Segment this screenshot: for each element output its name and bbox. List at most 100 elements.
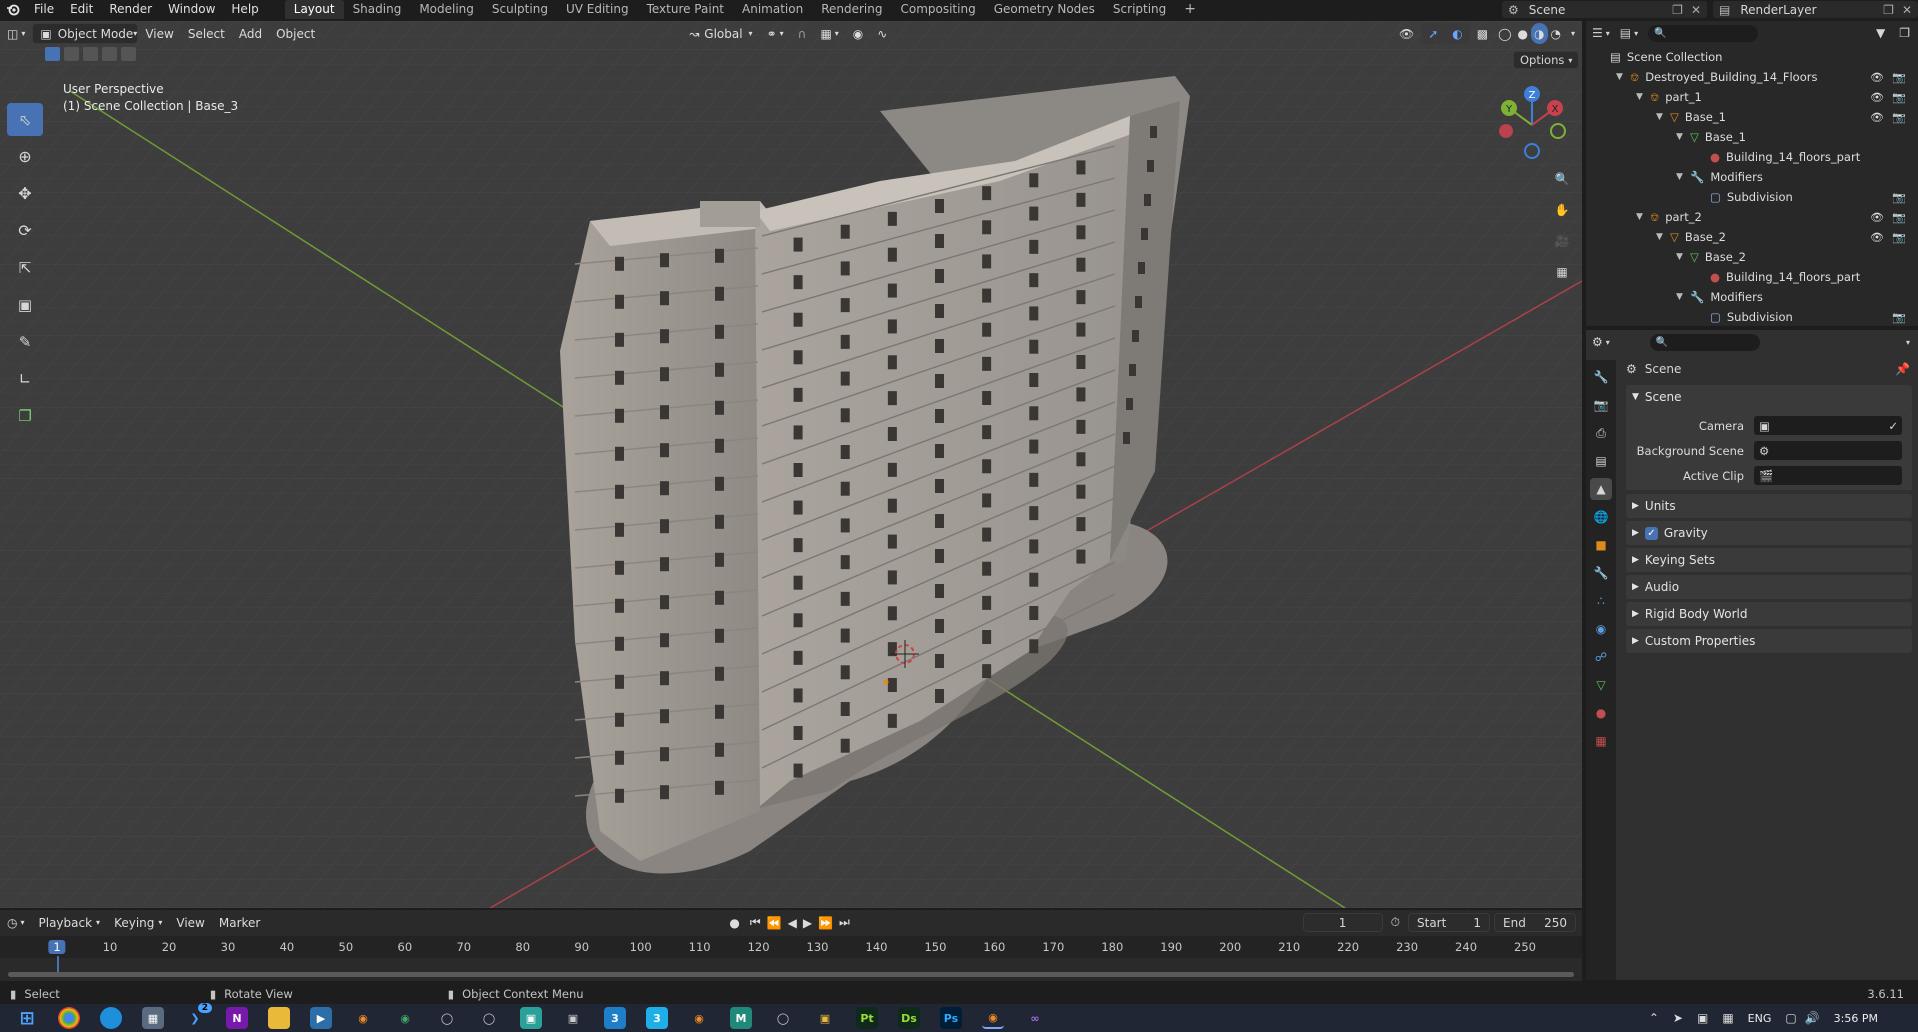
jump-end-button[interactable]: ⏭ [836,912,853,933]
remove-layer-icon[interactable]: ✕ [1902,3,1912,17]
tab-shading[interactable]: Shading [344,0,411,19]
tab-physics[interactable]: ◉ [1590,618,1612,640]
app-icon-1[interactable]: ▶ [310,1007,332,1029]
render-camera-icon[interactable]: 📷 [1892,211,1906,224]
expand-triangle-icon[interactable]: ▼ [1676,132,1688,142]
tab-render[interactable]: 📷 [1590,394,1612,416]
select-invert-icon[interactable] [102,47,117,61]
edge-icon[interactable] [100,1007,122,1029]
expand-triangle-icon[interactable]: ▼ [1676,292,1688,302]
blender-taskbar-icon-2[interactable]: ◉ [688,1007,710,1029]
tab-modeling[interactable]: Modeling [410,0,483,19]
tab-sculpting[interactable]: Sculpting [483,0,557,19]
tab-animation[interactable]: Animation [733,0,812,19]
xray-toggle[interactable]: ▩ [1470,23,1495,44]
panel-header[interactable]: ▶ Keying Sets [1626,548,1912,572]
windows-start-icon[interactable]: ⊞ [16,1007,38,1029]
shading-rendered[interactable]: ◔ [1548,23,1564,44]
measure-tool[interactable]: ∟ [7,362,43,395]
timeline-scrollbar[interactable] [8,972,1574,977]
move-tool[interactable]: ✥ [7,177,43,210]
render-camera-icon[interactable]: 📷 [1892,231,1906,244]
designer-icon[interactable]: Ds [898,1007,920,1029]
scene-selector[interactable]: ⚙ Scene ❐ ✕ [1502,1,1707,18]
outliner-row[interactable]: ▼ ▽ Base_1 [1586,127,1918,147]
vscode-icon[interactable]: ❯ 2 [184,1003,212,1029]
viewport-menu-add[interactable]: Add [232,23,269,44]
visibility-button[interactable]: 👁 [1392,23,1421,44]
menu-help[interactable]: Help [223,0,266,19]
snap-toggle[interactable]: ∩ [791,23,814,44]
prev-keyframe-button[interactable]: ⏪ [764,912,785,933]
tab-data[interactable]: ▽ [1590,674,1612,696]
tab-tool[interactable]: 🔧 [1590,366,1612,388]
app-icon-2[interactable]: ◉ [394,1007,416,1029]
tab-modifiers[interactable]: 🔧 [1590,562,1612,584]
app-icon-9[interactable]: M [730,1007,752,1029]
tab-geometry-nodes[interactable]: Geometry Nodes [985,0,1104,19]
tray-app-icon[interactable]: ▣ [1697,1011,1708,1025]
tab-output[interactable]: ⎙ [1590,422,1612,444]
proportional-edit-toggle[interactable]: ◉ [846,23,870,44]
keying-menu[interactable]: Keying ▾ [107,912,169,933]
marker-menu[interactable]: Marker [212,912,267,933]
frame-ruler[interactable]: 1 10 20 30 40 50 60 70 80 90 100 110 120 130 140 150 160… [0,936,1582,972]
language-indicator[interactable]: ENG [1748,1012,1772,1025]
outliner-search-input[interactable]: 🔍 [1648,24,1759,42]
tab-scripting[interactable]: Scripting [1104,0,1175,19]
zoom-button[interactable]: 🔍 [1549,166,1575,192]
panel-header[interactable]: ▶ Units [1626,494,1912,518]
play-reverse-button[interactable]: ◀ [785,912,800,933]
shading-solid[interactable]: ● [1515,23,1531,44]
panel-header[interactable]: ▶ ✓ Gravity [1626,521,1912,545]
new-collection-icon[interactable]: ❐ [1899,26,1910,40]
expand-triangle-icon[interactable]: ▼ [1616,72,1628,82]
panel-scene-header[interactable]: ▼ Scene [1626,385,1912,409]
properties-editor-icon[interactable]: ⚙ [1592,335,1603,349]
mode-selector[interactable]: ▣ Object Mode ▾ [32,23,139,44]
eye-icon[interactable]: 👁 [1870,71,1884,84]
play-button[interactable]: ▶ [800,912,815,933]
outliner-row[interactable]: ▼ ⎊ part_2 👁 📷 [1586,207,1918,227]
overlays-toggle[interactable]: ◐ [1445,23,1470,44]
jump-start-button[interactable]: ⏮ [747,912,764,933]
eye-icon[interactable]: 👁 [1870,211,1884,224]
new-layer-icon[interactable]: ❐ [1883,3,1894,17]
outliner-row[interactable]: ▼ ▽ Base_2 👁 📷 [1586,227,1918,247]
auto-keying-toggle[interactable]: ● [722,912,746,933]
start-frame-field[interactable]: Start 1 [1408,913,1490,932]
panel-header[interactable]: ▶ Rigid Body World [1626,602,1912,626]
tab-scene[interactable]: ▲ [1590,478,1612,500]
view-layer-selector[interactable]: ▤ RenderLayer ❐ ✕ [1713,1,1918,18]
menu-render[interactable]: Render [101,0,160,19]
remove-scene-icon[interactable]: ✕ [1691,3,1701,17]
expand-triangle-icon[interactable]: ▼ [1656,112,1668,122]
display-icon[interactable]: ▢ [1785,1011,1796,1025]
tab-texture[interactable]: ▦ [1590,730,1612,752]
select-box-tool[interactable]: ⬁ [7,103,43,136]
options-button[interactable]: Options ▾ [1513,51,1580,69]
active-clip-field[interactable]: 🎬 [1754,466,1902,485]
background-scene-field[interactable]: ⚙ [1754,441,1902,460]
add-cube-tool[interactable]: ❐ [7,399,43,432]
outliner-row[interactable]: ▼ ▽ Base_2 [1586,247,1918,267]
eyedropper-icon[interactable]: ✓ [1888,419,1898,433]
outliner-row[interactable]: ● Building_14_floors_part [1586,267,1918,287]
blender-taskbar-active[interactable]: ◉ [982,1007,1004,1029]
tab-layout[interactable]: Layout [284,0,344,19]
tab-world[interactable]: 🌐 [1590,506,1612,528]
editor-type-button[interactable]: ◫ ▾ [0,23,32,44]
timeline-editor-type[interactable]: ◷ ▾ [0,912,32,933]
viewport-menu-object[interactable]: Object [269,23,322,44]
tab-uv-editing[interactable]: UV Editing [557,0,638,19]
panel-header[interactable]: ▶ Custom Properties [1626,629,1912,653]
annotate-tool[interactable]: ✎ [7,325,43,358]
playhead-line[interactable] [57,956,59,972]
menu-edit[interactable]: Edit [62,0,101,19]
outliner-row[interactable]: ▼ 🔧 Modifiers [1586,287,1918,307]
render-camera-icon[interactable]: 📷 [1892,71,1906,84]
properties-search-input[interactable]: 🔍 [1649,333,1760,351]
pan-button[interactable]: ✋ [1549,197,1575,223]
app-icon-8[interactable]: 3 [646,1007,668,1029]
select-extend-icon[interactable] [64,47,79,61]
